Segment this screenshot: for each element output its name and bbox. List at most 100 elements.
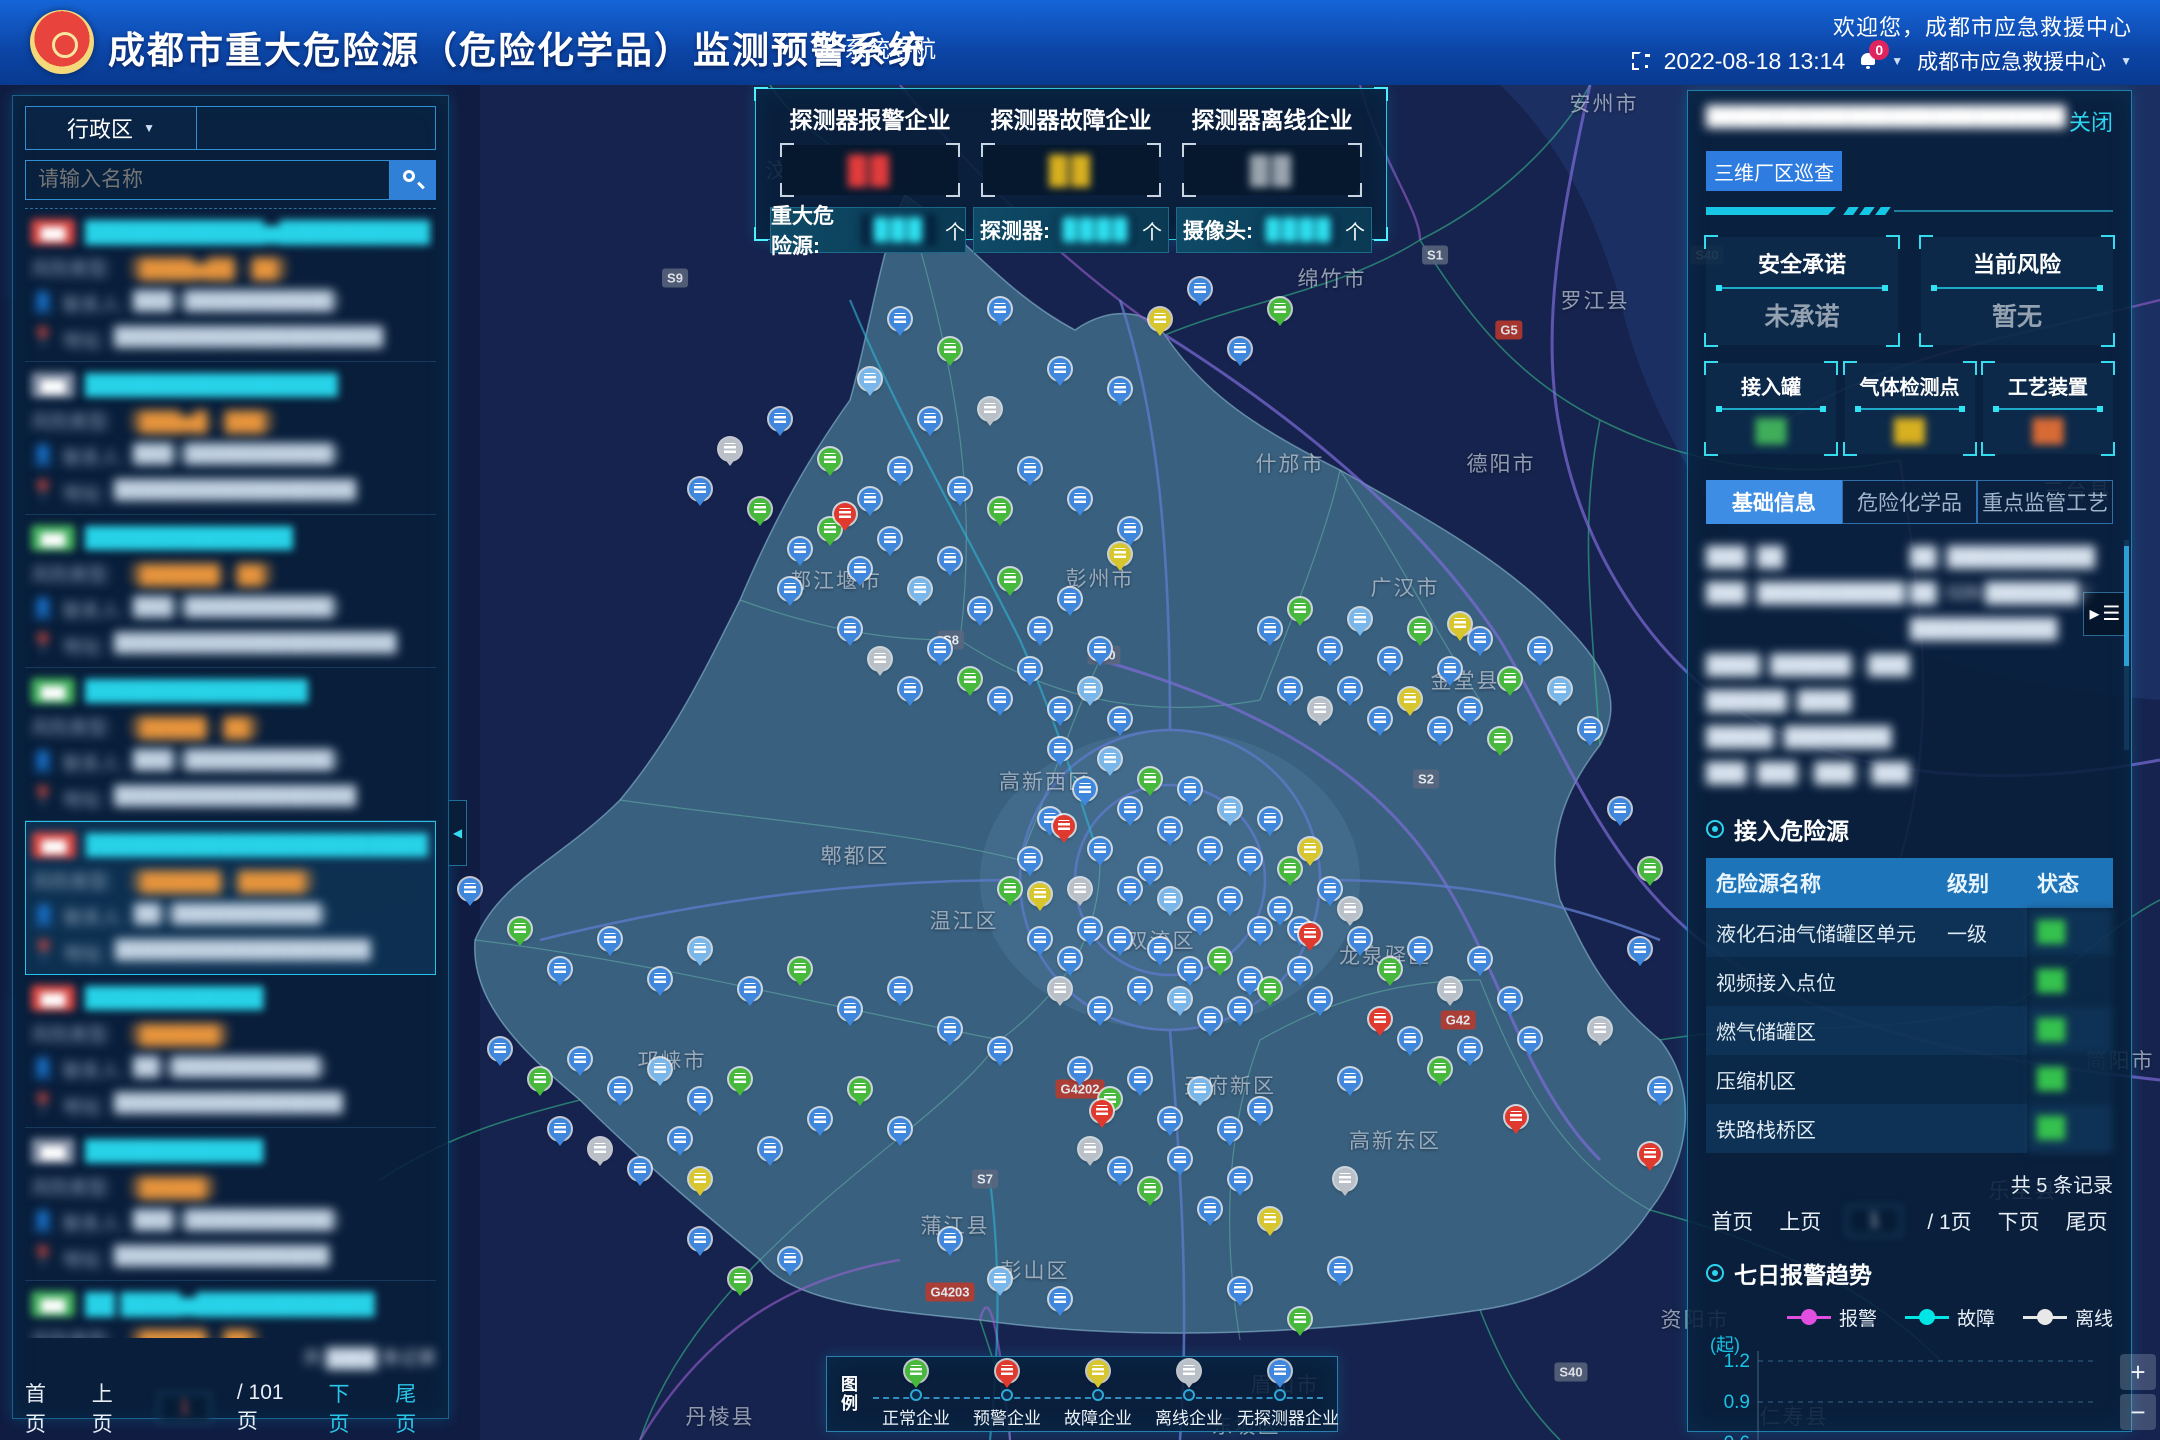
enterprise-map-pin[interactable] xyxy=(1429,718,1451,740)
enterprise-map-pin[interactable] xyxy=(1249,918,1271,940)
enterprise-map-pin[interactable] xyxy=(1189,908,1211,930)
enterprise-map-pin[interactable] xyxy=(1199,1198,1221,1220)
enterprise-map-pin[interactable] xyxy=(869,648,891,670)
enterprise-map-pin[interactable] xyxy=(1334,1168,1356,1190)
enterprise-map-pin[interactable] xyxy=(729,1068,751,1090)
enterprise-map-pin[interactable] xyxy=(1119,798,1141,820)
enterprise-map-pin[interactable] xyxy=(599,928,621,950)
enterprise-map-pin[interactable] xyxy=(689,938,711,960)
enterprise-map-pin[interactable] xyxy=(1489,728,1511,750)
zoom-out-button[interactable]: − xyxy=(2120,1394,2156,1430)
page-next[interactable]: 下页 xyxy=(1998,1206,2040,1236)
enterprise-map-pin[interactable] xyxy=(1219,1118,1241,1140)
enterprise-map-pin[interactable] xyxy=(739,978,761,1000)
enterprise-map-pin[interactable] xyxy=(589,1138,611,1160)
enterprise-map-pin[interactable] xyxy=(1069,488,1091,510)
enterprise-map-pin[interactable] xyxy=(1429,1058,1451,1080)
enterprise-map-pin[interactable] xyxy=(629,1158,651,1180)
enterprise-map-pin[interactable] xyxy=(999,878,1021,900)
enterprise-map-pin[interactable] xyxy=(849,558,871,580)
enterprise-map-pin[interactable] xyxy=(1069,878,1091,900)
enterprise-map-pin[interactable] xyxy=(929,638,951,660)
enterprise-map-pin[interactable] xyxy=(969,598,991,620)
enterprise-map-pin[interactable] xyxy=(1459,698,1481,720)
enterprise-map-pin[interactable] xyxy=(1139,858,1161,880)
region-filter-dropdown[interactable]: 行政区 ▼ xyxy=(25,106,197,150)
enterprise-map-pin[interactable] xyxy=(1159,818,1181,840)
enterprise-map-pin[interactable] xyxy=(759,1138,781,1160)
enterprise-map-pin[interactable] xyxy=(1529,638,1551,660)
enterprise-map-pin[interactable] xyxy=(879,528,901,550)
enterprise-map-pin[interactable] xyxy=(1089,998,1111,1020)
enterprise-map-pin[interactable] xyxy=(609,1078,631,1100)
bell-icon[interactable]: 0 xyxy=(1859,52,1877,70)
enterprise-map-pin[interactable] xyxy=(849,1078,871,1100)
chevron-down-icon[interactable]: ▼ xyxy=(2120,54,2132,68)
enterprise-map-pin[interactable] xyxy=(1109,708,1131,730)
enterprise-map-pin[interactable] xyxy=(1289,1308,1311,1330)
enterprise-map-pin[interactable] xyxy=(1379,958,1401,980)
page-last[interactable]: 尾页 xyxy=(2066,1206,2108,1236)
enterprise-map-pin[interactable] xyxy=(1449,613,1471,635)
system-nav-button[interactable]: 系统导航 xyxy=(815,30,936,64)
enterprise-map-pin[interactable] xyxy=(989,688,1011,710)
enterprise-map-pin[interactable] xyxy=(689,1088,711,1110)
enterprise-map-pin[interactable] xyxy=(1179,778,1201,800)
enterprise-map-pin[interactable] xyxy=(1149,308,1171,330)
enterprise-map-pin[interactable] xyxy=(1609,798,1631,820)
enterprise-map-pin[interactable] xyxy=(1079,918,1101,940)
enterprise-map-pin[interactable] xyxy=(549,1118,571,1140)
enterprise-map-pin[interactable] xyxy=(939,1018,961,1040)
enterprise-map-pin[interactable] xyxy=(919,408,941,430)
enterprise-map-pin[interactable] xyxy=(1139,768,1161,790)
enterprise-map-pin[interactable] xyxy=(1239,848,1261,870)
enterprise-map-pin[interactable] xyxy=(1189,1078,1211,1100)
enterprise-map-pin[interactable] xyxy=(689,1228,711,1250)
enterprise-map-pin[interactable] xyxy=(1049,698,1071,720)
close-button[interactable]: 关闭 xyxy=(2069,105,2113,137)
enterprise-map-pin[interactable] xyxy=(889,308,911,330)
enterprise-map-pin[interactable] xyxy=(939,1228,961,1250)
enterprise-map-pin[interactable] xyxy=(729,1268,751,1290)
enterprise-map-pin[interactable] xyxy=(1139,1178,1161,1200)
enterprise-map-pin[interactable] xyxy=(1459,1038,1481,1060)
enterprise-map-pin[interactable] xyxy=(1029,883,1051,905)
enterprise-map-pin[interactable] xyxy=(1049,1288,1071,1310)
enterprise-map-pin[interactable] xyxy=(939,548,961,570)
enterprise-map-pin[interactable] xyxy=(989,1268,1011,1290)
enterprise-map-pin[interactable] xyxy=(1189,278,1211,300)
enterprise-map-pin[interactable] xyxy=(669,1128,691,1150)
enterprise-map-pin[interactable] xyxy=(839,618,861,640)
enterprise-map-pin[interactable] xyxy=(1109,1158,1131,1180)
enterprise-map-pin[interactable] xyxy=(1589,1018,1611,1040)
enterprise-map-pin[interactable] xyxy=(1339,898,1361,920)
enterprise-map-pin[interactable] xyxy=(719,438,741,460)
enterprise-map-pin[interactable] xyxy=(1053,815,1075,837)
company-list-item[interactable]: ▆▆██████████████风险类型:【██████ - ██】👤联系人:█… xyxy=(25,515,436,668)
trend-legend-item[interactable]: 离线 xyxy=(2023,1304,2113,1331)
enterprise-map-pin[interactable] xyxy=(1349,928,1371,950)
enterprise-map-pin[interactable] xyxy=(1289,958,1311,980)
enterprise-map-pin[interactable] xyxy=(809,1108,831,1130)
enterprise-map-pin[interactable] xyxy=(1089,838,1111,860)
enterprise-map-pin[interactable] xyxy=(889,1118,911,1140)
enterprise-map-pin[interactable] xyxy=(769,408,791,430)
enterprise-map-pin[interactable] xyxy=(1269,898,1291,920)
hazard-table-row[interactable]: 液化石油气储罐区单元一级██ xyxy=(1706,908,2113,957)
enterprise-map-pin[interactable] xyxy=(859,368,881,390)
enterprise-map-pin[interactable] xyxy=(1269,298,1291,320)
enterprise-map-pin[interactable] xyxy=(1109,928,1131,950)
enterprise-map-pin[interactable] xyxy=(1379,648,1401,670)
enterprise-map-pin[interactable] xyxy=(569,1048,591,1070)
company-list-item[interactable]: ▆▆████████████风险类型:【██████】👤联系人:██ (████… xyxy=(25,975,436,1128)
enterprise-map-pin[interactable] xyxy=(979,398,1001,420)
enterprise-map-pin[interactable] xyxy=(1219,798,1241,820)
enterprise-map-pin[interactable] xyxy=(1409,618,1431,640)
3d-plant-tour-button[interactable]: 三维厂区巡查 xyxy=(1706,151,1842,191)
enterprise-map-pin[interactable] xyxy=(909,578,931,600)
enterprise-map-pin[interactable] xyxy=(1069,1058,1091,1080)
tab-危险化学品[interactable]: 危险化学品 xyxy=(1842,480,1978,524)
search-button[interactable] xyxy=(390,160,436,200)
company-list-item[interactable]: ▆▆███████████████风险类型:【█████ - ██】👤联系人:█… xyxy=(25,668,436,821)
hazard-table-row[interactable]: 燃气储罐区██ xyxy=(1706,1006,2113,1055)
